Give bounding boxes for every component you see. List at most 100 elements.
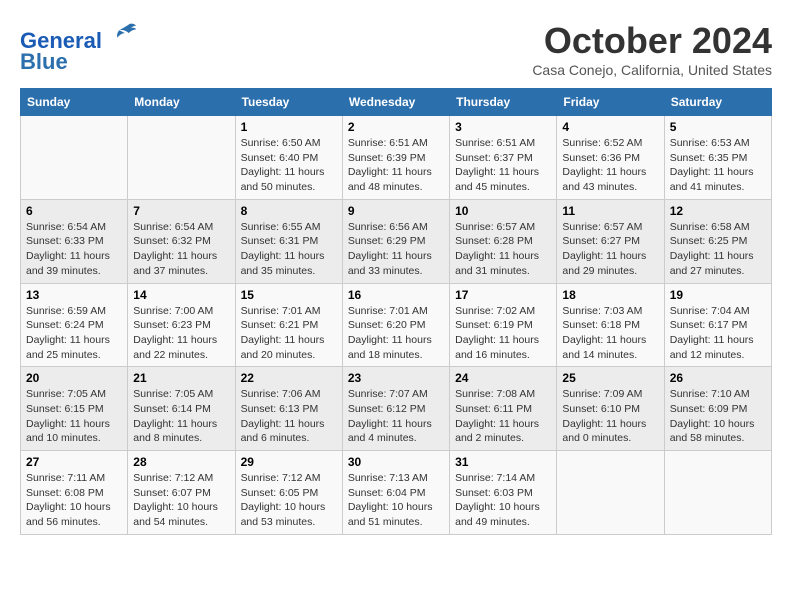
- calendar-cell: 27 Sunrise: 7:11 AMSunset: 6:08 PMDayligh…: [21, 451, 128, 535]
- calendar-cell: 23 Sunrise: 7:07 AMSunset: 6:12 PMDayligh…: [342, 367, 449, 451]
- calendar-table: SundayMondayTuesdayWednesdayThursdayFrid…: [20, 88, 772, 535]
- cell-sun-info: Sunrise: 6:57 AMSunset: 6:28 PMDaylight:…: [455, 220, 551, 279]
- calendar-cell: 6 Sunrise: 6:54 AMSunset: 6:33 PMDaylight…: [21, 199, 128, 283]
- day-number: 21: [133, 371, 229, 385]
- header-saturday: Saturday: [664, 89, 771, 116]
- day-number: 17: [455, 288, 551, 302]
- cell-sun-info: Sunrise: 6:55 AMSunset: 6:31 PMDaylight:…: [241, 220, 337, 279]
- calendar-cell: 24 Sunrise: 7:08 AMSunset: 6:11 PMDayligh…: [450, 367, 557, 451]
- cell-sun-info: Sunrise: 6:54 AMSunset: 6:33 PMDaylight:…: [26, 220, 122, 279]
- day-number: 5: [670, 120, 766, 134]
- month-title: October 2024: [532, 20, 772, 62]
- day-number: 10: [455, 204, 551, 218]
- cell-sun-info: Sunrise: 7:14 AMSunset: 6:03 PMDaylight:…: [455, 471, 551, 530]
- cell-sun-info: Sunrise: 7:05 AMSunset: 6:15 PMDaylight:…: [26, 387, 122, 446]
- day-number: 2: [348, 120, 444, 134]
- cell-sun-info: Sunrise: 7:00 AMSunset: 6:23 PMDaylight:…: [133, 304, 229, 363]
- calendar-cell: 8 Sunrise: 6:55 AMSunset: 6:31 PMDaylight…: [235, 199, 342, 283]
- day-number: 13: [26, 288, 122, 302]
- calendar-cell: [664, 451, 771, 535]
- calendar-cell: 26 Sunrise: 7:10 AMSunset: 6:09 PMDayligh…: [664, 367, 771, 451]
- day-number: 9: [348, 204, 444, 218]
- cell-sun-info: Sunrise: 7:09 AMSunset: 6:10 PMDaylight:…: [562, 387, 658, 446]
- cell-sun-info: Sunrise: 7:12 AMSunset: 6:05 PMDaylight:…: [241, 471, 337, 530]
- day-number: 22: [241, 371, 337, 385]
- calendar-cell: 12 Sunrise: 6:58 AMSunset: 6:25 PMDayligh…: [664, 199, 771, 283]
- calendar-cell: 9Sunrise: 6:56 AMSunset: 6:29 PMDaylight…: [342, 199, 449, 283]
- cell-sun-info: Sunrise: 6:58 AMSunset: 6:25 PMDaylight:…: [670, 220, 766, 279]
- calendar-cell: 2 Sunrise: 6:51 AMSunset: 6:39 PMDaylight…: [342, 116, 449, 200]
- calendar-cell: 4Sunrise: 6:52 AMSunset: 6:36 PMDaylight…: [557, 116, 664, 200]
- calendar-cell: 22 Sunrise: 7:06 AMSunset: 6:13 PMDayligh…: [235, 367, 342, 451]
- day-number: 7: [133, 204, 229, 218]
- calendar-cell: 15 Sunrise: 7:01 AMSunset: 6:21 PMDayligh…: [235, 283, 342, 367]
- day-number: 27: [26, 455, 122, 469]
- day-number: 19: [670, 288, 766, 302]
- cell-sun-info: Sunrise: 6:53 AMSunset: 6:35 PMDaylight:…: [670, 136, 766, 195]
- week-row-3: 13 Sunrise: 6:59 AMSunset: 6:24 PMDayligh…: [21, 283, 772, 367]
- calendar-cell: 3Sunrise: 6:51 AMSunset: 6:37 PMDaylight…: [450, 116, 557, 200]
- cell-sun-info: Sunrise: 7:11 AMSunset: 6:08 PMDaylight:…: [26, 471, 122, 530]
- calendar-cell: [128, 116, 235, 200]
- day-number: 11: [562, 204, 658, 218]
- cell-sun-info: Sunrise: 7:08 AMSunset: 6:11 PMDaylight:…: [455, 387, 551, 446]
- cell-sun-info: Sunrise: 6:52 AMSunset: 6:36 PMDaylight:…: [562, 136, 658, 195]
- calendar-cell: 29 Sunrise: 7:12 AMSunset: 6:05 PMDayligh…: [235, 451, 342, 535]
- week-row-4: 20 Sunrise: 7:05 AMSunset: 6:15 PMDayligh…: [21, 367, 772, 451]
- day-number: 8: [241, 204, 337, 218]
- header-thursday: Thursday: [450, 89, 557, 116]
- day-number: 14: [133, 288, 229, 302]
- day-number: 29: [241, 455, 337, 469]
- day-number: 18: [562, 288, 658, 302]
- cell-sun-info: Sunrise: 7:04 AMSunset: 6:17 PMDaylight:…: [670, 304, 766, 363]
- day-number: 15: [241, 288, 337, 302]
- cell-sun-info: Sunrise: 7:06 AMSunset: 6:13 PMDaylight:…: [241, 387, 337, 446]
- calendar-header-row: SundayMondayTuesdayWednesdayThursdayFrid…: [21, 89, 772, 116]
- day-number: 6: [26, 204, 122, 218]
- calendar-cell: 17Sunrise: 7:02 AMSunset: 6:19 PMDayligh…: [450, 283, 557, 367]
- calendar-cell: 5 Sunrise: 6:53 AMSunset: 6:35 PMDaylight…: [664, 116, 771, 200]
- day-number: 20: [26, 371, 122, 385]
- week-row-1: 1 Sunrise: 6:50 AMSunset: 6:40 PMDaylight…: [21, 116, 772, 200]
- day-number: 30: [348, 455, 444, 469]
- day-number: 25: [562, 371, 658, 385]
- header-sunday: Sunday: [21, 89, 128, 116]
- cell-sun-info: Sunrise: 6:59 AMSunset: 6:24 PMDaylight:…: [26, 304, 122, 363]
- day-number: 12: [670, 204, 766, 218]
- calendar-cell: 1 Sunrise: 6:50 AMSunset: 6:40 PMDaylight…: [235, 116, 342, 200]
- day-number: 28: [133, 455, 229, 469]
- calendar-body: 1 Sunrise: 6:50 AMSunset: 6:40 PMDaylight…: [21, 116, 772, 535]
- calendar-cell: 18Sunrise: 7:03 AMSunset: 6:18 PMDayligh…: [557, 283, 664, 367]
- cell-sun-info: Sunrise: 6:57 AMSunset: 6:27 PMDaylight:…: [562, 220, 658, 279]
- cell-sun-info: Sunrise: 6:50 AMSunset: 6:40 PMDaylight:…: [241, 136, 337, 195]
- calendar-cell: 31 Sunrise: 7:14 AMSunset: 6:03 PMDayligh…: [450, 451, 557, 535]
- day-number: 3: [455, 120, 551, 134]
- header-friday: Friday: [557, 89, 664, 116]
- calendar-cell: 14 Sunrise: 7:00 AMSunset: 6:23 PMDayligh…: [128, 283, 235, 367]
- calendar-cell: 7 Sunrise: 6:54 AMSunset: 6:32 PMDaylight…: [128, 199, 235, 283]
- cell-sun-info: Sunrise: 7:13 AMSunset: 6:04 PMDaylight:…: [348, 471, 444, 530]
- day-number: 31: [455, 455, 551, 469]
- location: Casa Conejo, California, United States: [532, 62, 772, 78]
- day-number: 16: [348, 288, 444, 302]
- calendar-cell: [21, 116, 128, 200]
- calendar-cell: 28 Sunrise: 7:12 AMSunset: 6:07 PMDayligh…: [128, 451, 235, 535]
- cell-sun-info: Sunrise: 6:51 AMSunset: 6:39 PMDaylight:…: [348, 136, 444, 195]
- calendar-cell: 11 Sunrise: 6:57 AMSunset: 6:27 PMDayligh…: [557, 199, 664, 283]
- cell-sun-info: Sunrise: 7:10 AMSunset: 6:09 PMDaylight:…: [670, 387, 766, 446]
- header-monday: Monday: [128, 89, 235, 116]
- day-number: 1: [241, 120, 337, 134]
- calendar-cell: 30 Sunrise: 7:13 AMSunset: 6:04 PMDayligh…: [342, 451, 449, 535]
- day-number: 24: [455, 371, 551, 385]
- calendar-cell: [557, 451, 664, 535]
- logo-bird-icon: [110, 20, 138, 48]
- cell-sun-info: Sunrise: 7:12 AMSunset: 6:07 PMDaylight:…: [133, 471, 229, 530]
- cell-sun-info: Sunrise: 7:07 AMSunset: 6:12 PMDaylight:…: [348, 387, 444, 446]
- cell-sun-info: Sunrise: 7:01 AMSunset: 6:21 PMDaylight:…: [241, 304, 337, 363]
- cell-sun-info: Sunrise: 6:54 AMSunset: 6:32 PMDaylight:…: [133, 220, 229, 279]
- title-section: October 2024 Casa Conejo, California, Un…: [532, 20, 772, 78]
- day-number: 23: [348, 371, 444, 385]
- day-number: 26: [670, 371, 766, 385]
- page-header: General Blue October 2024 Casa Conejo, C…: [20, 20, 772, 78]
- header-wednesday: Wednesday: [342, 89, 449, 116]
